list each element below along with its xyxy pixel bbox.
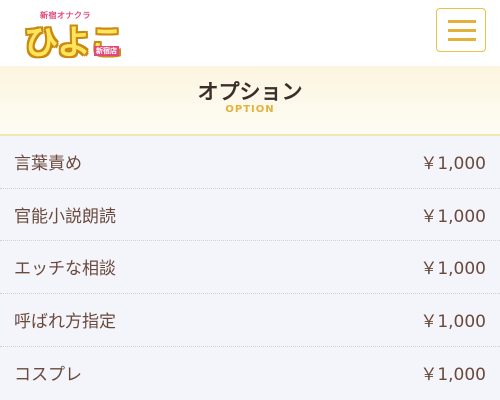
- site-logo[interactable]: 新宿オナクラ ひよこ 新宿店: [18, 8, 130, 63]
- option-name: 呼ばれ方指定: [14, 312, 116, 333]
- section-title: オプション: [197, 80, 303, 104]
- hamburger-menu-button[interactable]: [436, 8, 486, 52]
- header-bar: 新宿オナクラ ひよこ 新宿店: [0, 0, 500, 66]
- option-price: ￥1,000: [420, 259, 486, 280]
- option-name: 官能小説朗読: [14, 206, 116, 227]
- option-price: ￥1,000: [420, 312, 486, 333]
- option-list: 言葉責め ￥1,000 官能小説朗読 ￥1,000 エッチな相談 ￥1,000 …: [0, 136, 500, 399]
- list-item: 言葉責め ￥1,000: [0, 136, 500, 189]
- list-item: 呼ばれ方指定 ￥1,000: [0, 294, 500, 347]
- section-subtitle: OPTION: [225, 104, 275, 115]
- option-name: 言葉責め: [14, 154, 82, 174]
- list-item: コスプレ ￥1,000: [0, 347, 500, 400]
- menu-icon-bar: [448, 20, 476, 23]
- logo-sub-text: 新宿店: [94, 46, 119, 56]
- menu-icon-bar: [448, 29, 476, 32]
- menu-icon-bar: [448, 38, 476, 41]
- option-name: エッチな相談: [14, 259, 116, 280]
- section-heading: オプション OPTION: [0, 66, 500, 136]
- logo-main-text: ひよこ: [24, 23, 124, 63]
- option-price: ￥1,000: [420, 364, 486, 385]
- option-price: ￥1,000: [420, 154, 486, 174]
- option-name: コスプレ: [14, 364, 82, 385]
- list-item: エッチな相談 ￥1,000: [0, 241, 500, 295]
- option-price: ￥1,000: [420, 206, 486, 227]
- list-item: 官能小説朗読 ￥1,000: [0, 189, 500, 242]
